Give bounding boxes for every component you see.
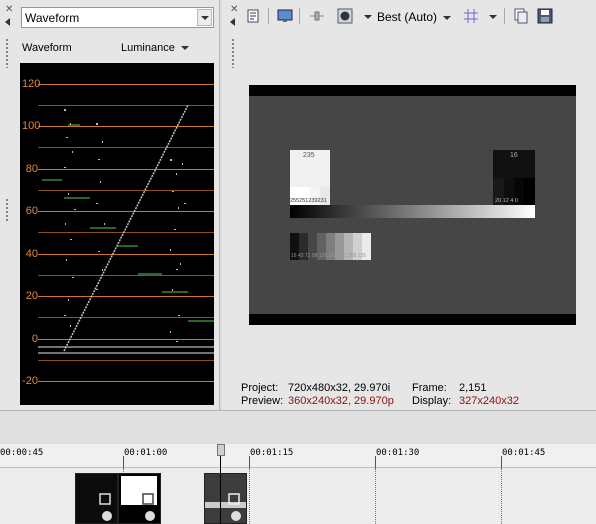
grid-icon[interactable] <box>463 8 479 24</box>
chevron-down-icon <box>180 46 189 51</box>
drag-grip[interactable] <box>231 38 235 68</box>
clip-thumbnail <box>119 474 160 523</box>
ruler-tick-label: 00:01:00 <box>124 448 168 458</box>
close-icon[interactable]: ✕ <box>5 5 13 15</box>
grid-guide <box>501 468 502 524</box>
toolbar-divider <box>299 8 300 24</box>
close-icon[interactable]: ✕ <box>230 5 238 15</box>
video-event-clip[interactable] <box>118 473 161 524</box>
display-value: 327x240x32 <box>459 395 519 407</box>
playhead-handle[interactable] <box>217 444 225 456</box>
scope-type-value: Waveform <box>25 11 80 25</box>
patch-top-label: 235 <box>303 152 315 159</box>
preview-quality-select[interactable]: Best (Auto) <box>377 10 452 24</box>
video-scopes-panel: ✕ Waveform Waveform Luminance 120 100 80… <box>0 0 220 410</box>
external-monitor-icon[interactable] <box>277 8 293 24</box>
waveform-trace <box>38 104 214 354</box>
clip-thumbnail <box>205 474 246 523</box>
fx-icon <box>231 511 241 521</box>
clip-thumbnail <box>76 474 117 523</box>
chevron-down-icon <box>201 16 209 20</box>
properties-icon[interactable] <box>246 8 262 24</box>
ruler-tick-label: 00:01:45 <box>502 448 546 458</box>
test-pattern-frame: 235 255251239231 16 20 12 4 0 16 43 71 9… <box>249 96 576 314</box>
overlay-icon[interactable] <box>337 8 353 24</box>
copy-snapshot-icon[interactable] <box>513 8 529 24</box>
ruler-tickmark <box>123 456 124 468</box>
frame-value: 2,151 <box>459 382 487 394</box>
video-event-clip[interactable] <box>204 473 247 524</box>
toolbar-divider <box>504 8 505 24</box>
channel-select[interactable]: Luminance <box>121 42 189 54</box>
preview-value: 360x240x32, 29.970p <box>288 395 394 407</box>
channel-value: Luminance <box>121 42 175 54</box>
ruler-tickmark <box>501 456 502 468</box>
grid-guide <box>375 468 376 524</box>
project-value: 720x480x32, 29.970i <box>288 382 391 394</box>
preview-video: 235 255251239231 16 20 12 4 0 16 43 71 9… <box>249 85 576 325</box>
playhead-line <box>220 444 221 524</box>
dropdown-button[interactable] <box>197 9 212 26</box>
fx-icon <box>102 511 112 521</box>
chevron-down-icon[interactable] <box>364 15 372 19</box>
grid-guide <box>249 468 250 524</box>
frame-label: Frame: <box>412 382 447 394</box>
drag-grip[interactable] <box>5 38 9 68</box>
preview-quality-value: Best (Auto) <box>377 10 438 24</box>
patch-top-values: 255251239231 <box>290 198 327 204</box>
ruler-tick-label: 00:01:30 <box>376 448 420 458</box>
collapse-arrow-icon[interactable] <box>5 18 10 26</box>
project-label: Project: <box>241 382 279 394</box>
patch-right-values: 20 12 4 0 <box>495 198 518 204</box>
time-ruler[interactable]: 00:00:45 00:01:00 00:01:15 00:01:30 00:0… <box>0 444 596 468</box>
patch-right-label: 16 <box>510 152 518 159</box>
toolbar-divider <box>268 8 269 24</box>
drag-grip[interactable] <box>5 198 9 222</box>
ruler-tick-label: 00:00:45 <box>0 448 44 458</box>
ruler-tick-label: 00:01:15 <box>250 448 294 458</box>
collapse-arrow-icon[interactable] <box>230 18 235 26</box>
timeline: 00:00:45 00:01:00 00:01:15 00:01:30 00:0… <box>0 410 596 524</box>
ruler-tickmark <box>375 456 376 468</box>
preview-label: Preview: <box>241 395 284 407</box>
video-event-clip[interactable] <box>75 473 118 524</box>
fx-icon <box>145 511 155 521</box>
split-screen-icon[interactable] <box>309 8 325 24</box>
gray-test-chart: 235 255251239231 16 20 12 4 0 16 43 71 9… <box>290 150 535 260</box>
display-label: Display: <box>412 395 452 407</box>
scope-title: Waveform <box>22 42 72 54</box>
chevron-down-icon <box>443 15 452 20</box>
scope-type-select[interactable]: Waveform <box>21 7 214 28</box>
save-snapshot-icon[interactable] <box>537 8 553 24</box>
chevron-down-icon[interactable] <box>489 15 497 19</box>
gradient-ramp <box>290 205 535 218</box>
ruler-tickmark <box>249 456 250 468</box>
steps-values: 16 43 71 98 126 153 181 208 235 <box>291 253 366 259</box>
video-track[interactable] <box>0 468 596 524</box>
waveform-display: 120 100 80 60 40 20 0 -20 <box>20 63 214 405</box>
